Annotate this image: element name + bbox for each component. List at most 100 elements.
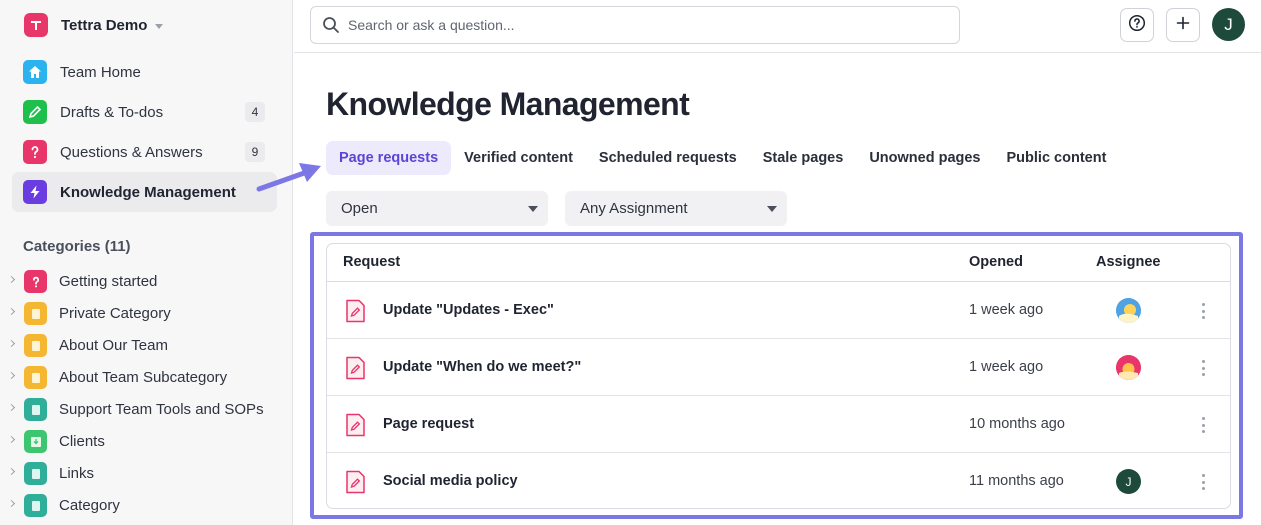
assignment-filter-select[interactable]: Any Assignment bbox=[565, 191, 787, 226]
sidebar: Tettra Demo Team Home Drafts & To-dos 4 … bbox=[0, 0, 293, 525]
table-row[interactable]: Update "When do we meet?" 1 week ago bbox=[327, 339, 1230, 396]
count-badge: 4 bbox=[245, 102, 265, 122]
column-header-assignee[interactable]: Assignee bbox=[1096, 254, 1160, 270]
chevron-right-icon[interactable] bbox=[7, 339, 16, 348]
category-label: Category bbox=[59, 497, 120, 514]
status-filter-select[interactable]: Open bbox=[326, 191, 548, 226]
opened-time: 1 week ago bbox=[969, 302, 1044, 318]
tab-public-content[interactable]: Public content bbox=[994, 141, 1120, 175]
page-title: Knowledge Management bbox=[326, 86, 690, 122]
question-icon bbox=[24, 270, 47, 293]
opened-time: 10 months ago bbox=[969, 416, 1065, 432]
category-list: Getting started Private Category About O… bbox=[0, 266, 293, 522]
category-label: About Team Subcategory bbox=[59, 369, 228, 386]
assignment-filter-value: Any Assignment bbox=[580, 200, 688, 217]
sidebar-nav: Team Home Drafts & To-dos 4 Questions & … bbox=[12, 52, 277, 212]
column-header-request[interactable]: Request bbox=[343, 254, 400, 270]
chevron-right-icon[interactable] bbox=[7, 275, 16, 284]
page-edit-icon bbox=[346, 413, 365, 437]
sidebar-item-questions[interactable]: Questions & Answers 9 bbox=[12, 132, 277, 172]
top-bar: J bbox=[294, 0, 1261, 53]
requests-table: Request Opened Assignee Update "Updates … bbox=[326, 243, 1231, 509]
book-icon bbox=[24, 366, 47, 389]
tab-page-requests[interactable]: Page requests bbox=[326, 141, 452, 175]
category-label: Clients bbox=[59, 433, 105, 450]
workspace-name: Tettra Demo bbox=[61, 16, 148, 34]
tab-unowned-pages[interactable]: Unowned pages bbox=[856, 141, 993, 175]
category-item[interactable]: Support Team Tools and SOPs bbox=[0, 394, 293, 426]
category-item[interactable]: Links bbox=[0, 458, 293, 490]
question-icon bbox=[23, 140, 47, 164]
opened-time: 11 months ago bbox=[969, 473, 1064, 489]
book-icon bbox=[24, 494, 47, 517]
annotation-arrow-icon bbox=[256, 163, 321, 192]
help-button[interactable] bbox=[1120, 8, 1154, 42]
chevron-right-icon[interactable] bbox=[7, 371, 16, 380]
row-menu-button[interactable] bbox=[1200, 360, 1206, 376]
category-item[interactable]: About Our Team bbox=[0, 330, 293, 362]
table-row[interactable]: Page request 10 months ago bbox=[327, 396, 1230, 453]
search-icon bbox=[321, 15, 341, 35]
row-menu-button[interactable] bbox=[1200, 417, 1206, 433]
chevron-right-icon[interactable] bbox=[7, 499, 16, 508]
add-button[interactable] bbox=[1166, 8, 1200, 42]
table-row[interactable]: Update "Updates - Exec" 1 week ago bbox=[327, 282, 1230, 339]
page-edit-icon bbox=[346, 470, 365, 494]
category-item[interactable]: About Team Subcategory bbox=[0, 362, 293, 394]
category-label: Getting started bbox=[59, 273, 158, 290]
category-item[interactable]: Getting started bbox=[0, 266, 293, 298]
request-title[interactable]: Update "When do we meet?" bbox=[383, 359, 581, 375]
opened-time: 1 week ago bbox=[969, 359, 1044, 375]
chevron-down-icon bbox=[155, 23, 164, 29]
category-item[interactable]: Category bbox=[0, 490, 293, 522]
category-item[interactable]: Private Category bbox=[0, 298, 293, 330]
page-edit-icon bbox=[346, 299, 365, 323]
category-item[interactable]: Clients bbox=[0, 426, 293, 458]
categories-header: Categories (11) bbox=[23, 238, 131, 255]
chevron-right-icon[interactable] bbox=[7, 467, 16, 476]
sidebar-item-team-home[interactable]: Team Home bbox=[12, 52, 277, 92]
request-title[interactable]: Page request bbox=[383, 416, 474, 432]
book-icon bbox=[24, 462, 47, 485]
sidebar-item-knowledge-management[interactable]: Knowledge Management bbox=[12, 172, 277, 212]
book-icon bbox=[24, 398, 47, 421]
category-label: Links bbox=[59, 465, 95, 482]
tab-verified-content[interactable]: Verified content bbox=[451, 141, 586, 175]
help-icon bbox=[1128, 14, 1146, 37]
column-header-opened[interactable]: Opened bbox=[969, 254, 1023, 270]
page-edit-icon bbox=[346, 356, 365, 380]
tettra-logo-icon bbox=[24, 13, 48, 37]
status-filter-value: Open bbox=[341, 200, 378, 217]
chevron-right-icon[interactable] bbox=[7, 403, 16, 412]
caret-down-icon bbox=[528, 206, 538, 212]
search-input[interactable] bbox=[348, 17, 928, 33]
table-header: Request Opened Assignee bbox=[327, 244, 1230, 282]
chevron-right-icon[interactable] bbox=[7, 435, 16, 444]
row-menu-button[interactable] bbox=[1200, 303, 1206, 319]
chevron-right-icon[interactable] bbox=[7, 307, 16, 316]
request-title[interactable]: Update "Updates - Exec" bbox=[383, 302, 554, 318]
tab-scheduled-requests[interactable]: Scheduled requests bbox=[586, 141, 750, 175]
sidebar-item-label: Knowledge Management bbox=[60, 183, 236, 201]
plus-icon bbox=[1176, 16, 1190, 35]
row-menu-button[interactable] bbox=[1200, 474, 1206, 490]
count-badge: 9 bbox=[245, 142, 265, 162]
lightning-icon bbox=[23, 180, 47, 204]
avatar-sun-icon bbox=[1116, 298, 1141, 323]
tab-bar: Page requests Verified content Scheduled… bbox=[326, 141, 1119, 175]
book-icon bbox=[24, 302, 47, 325]
table-row[interactable]: Social media policy 11 months ago J bbox=[327, 453, 1230, 508]
inbox-icon bbox=[24, 430, 47, 453]
request-title[interactable]: Social media policy bbox=[383, 473, 518, 489]
tab-stale-pages[interactable]: Stale pages bbox=[750, 141, 857, 175]
book-icon bbox=[24, 334, 47, 357]
user-avatar[interactable]: J bbox=[1212, 8, 1245, 41]
category-label: Support Team Tools and SOPs bbox=[59, 401, 264, 418]
search-box[interactable] bbox=[310, 6, 960, 44]
sidebar-item-label: Team Home bbox=[60, 63, 141, 81]
sidebar-item-drafts[interactable]: Drafts & To-dos 4 bbox=[12, 92, 277, 132]
avatar-sunset-icon bbox=[1116, 355, 1141, 380]
sidebar-item-label: Drafts & To-dos bbox=[60, 103, 164, 121]
sidebar-item-label: Questions & Answers bbox=[60, 143, 203, 161]
workspace-switcher[interactable]: Tettra Demo bbox=[24, 12, 164, 38]
